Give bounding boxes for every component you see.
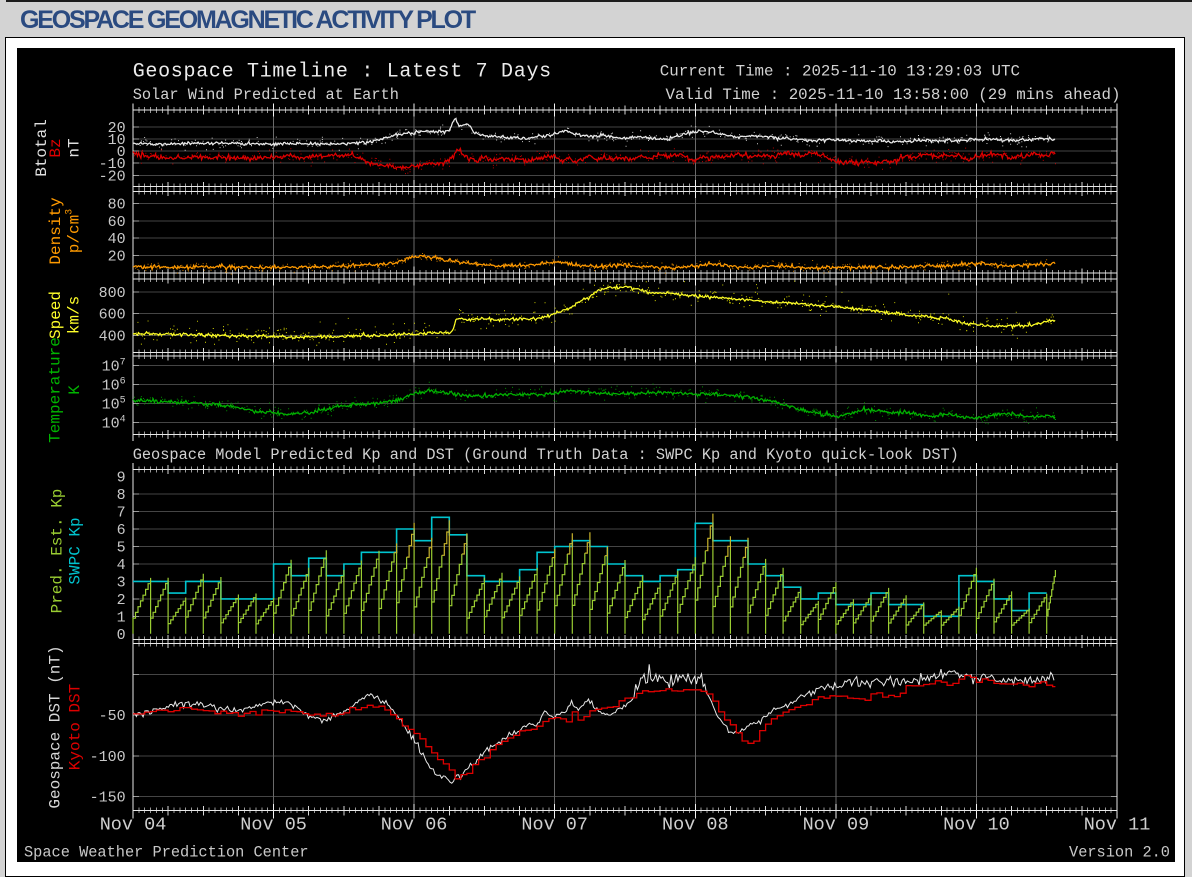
- svg-text:Version 2.0: Version 2.0: [1069, 844, 1170, 862]
- svg-text:3: 3: [117, 574, 126, 591]
- svg-text:-20: -20: [99, 168, 126, 185]
- svg-text:6: 6: [117, 522, 126, 539]
- svg-text:40: 40: [108, 231, 126, 248]
- svg-text:Speed: Speed: [47, 291, 65, 339]
- svg-text:800: 800: [99, 285, 126, 302]
- svg-text:K: K: [66, 385, 84, 395]
- svg-text:Geospace Model Predicted Kp an: Geospace Model Predicted Kp and DST (Gro…: [133, 446, 959, 464]
- svg-text:Nov 07: Nov 07: [521, 815, 588, 836]
- svg-text:Nov 05: Nov 05: [240, 815, 307, 836]
- svg-text:80: 80: [108, 197, 126, 214]
- svg-text:Nov 08: Nov 08: [662, 815, 729, 836]
- svg-text:Current Time : 2025-11-10 13:2: Current Time : 2025-11-10 13:29:03 UTC: [660, 63, 1020, 81]
- svg-text:Temperature: Temperature: [47, 337, 65, 443]
- svg-text:SWPC Kp: SWPC Kp: [67, 517, 85, 584]
- svg-text:105: 105: [102, 396, 126, 414]
- svg-text:104: 104: [102, 415, 126, 433]
- svg-text:Kyoto DST: Kyoto DST: [66, 684, 84, 770]
- svg-text:4: 4: [117, 557, 126, 574]
- svg-text:-150: -150: [90, 790, 126, 807]
- svg-text:Pred. Est. Kp: Pred. Est. Kp: [49, 489, 67, 614]
- svg-text:9: 9: [117, 470, 126, 487]
- svg-text:107: 107: [102, 357, 126, 375]
- svg-text:20: 20: [108, 248, 126, 265]
- svg-text:Geospace DST (nT): Geospace DST (nT): [47, 645, 65, 808]
- svg-text:Nov 09: Nov 09: [803, 815, 870, 836]
- svg-text:Geospace Timeline : Latest 7 D: Geospace Timeline : Latest 7 Days: [133, 61, 552, 84]
- svg-text:Valid Time : 2025-11-10 13:58:: Valid Time : 2025-11-10 13:58:00 (29 min…: [665, 86, 1120, 104]
- svg-text:600: 600: [99, 307, 126, 324]
- svg-text:nT: nT: [66, 138, 84, 157]
- svg-text:8: 8: [117, 487, 126, 504]
- svg-text:0: 0: [117, 627, 126, 644]
- svg-text:-100: -100: [90, 749, 126, 766]
- svg-text:km/s: km/s: [66, 296, 84, 334]
- svg-text:p/cm3: p/cm3: [64, 209, 84, 253]
- svg-text:Nov 06: Nov 06: [381, 815, 448, 836]
- svg-text:60: 60: [108, 214, 126, 231]
- svg-text:106: 106: [102, 377, 126, 395]
- svg-text:-50: -50: [99, 708, 126, 725]
- svg-text:400: 400: [99, 329, 126, 346]
- svg-text:7: 7: [117, 505, 126, 522]
- svg-text:Nov 11: Nov 11: [1084, 815, 1151, 836]
- svg-text:Nov 04: Nov 04: [100, 815, 167, 836]
- svg-text:Solar Wind Predicted at Earth: Solar Wind Predicted at Earth: [133, 86, 399, 104]
- svg-text:Density: Density: [47, 197, 65, 265]
- svg-text:Nov 10: Nov 10: [943, 815, 1010, 836]
- svg-text:Space Weather Prediction Cente: Space Weather Prediction Center: [24, 844, 309, 862]
- svg-text:5: 5: [117, 540, 126, 557]
- svg-text:Bz: Bz: [47, 138, 65, 157]
- svg-text:2: 2: [117, 592, 126, 609]
- svg-text:1: 1: [117, 609, 126, 626]
